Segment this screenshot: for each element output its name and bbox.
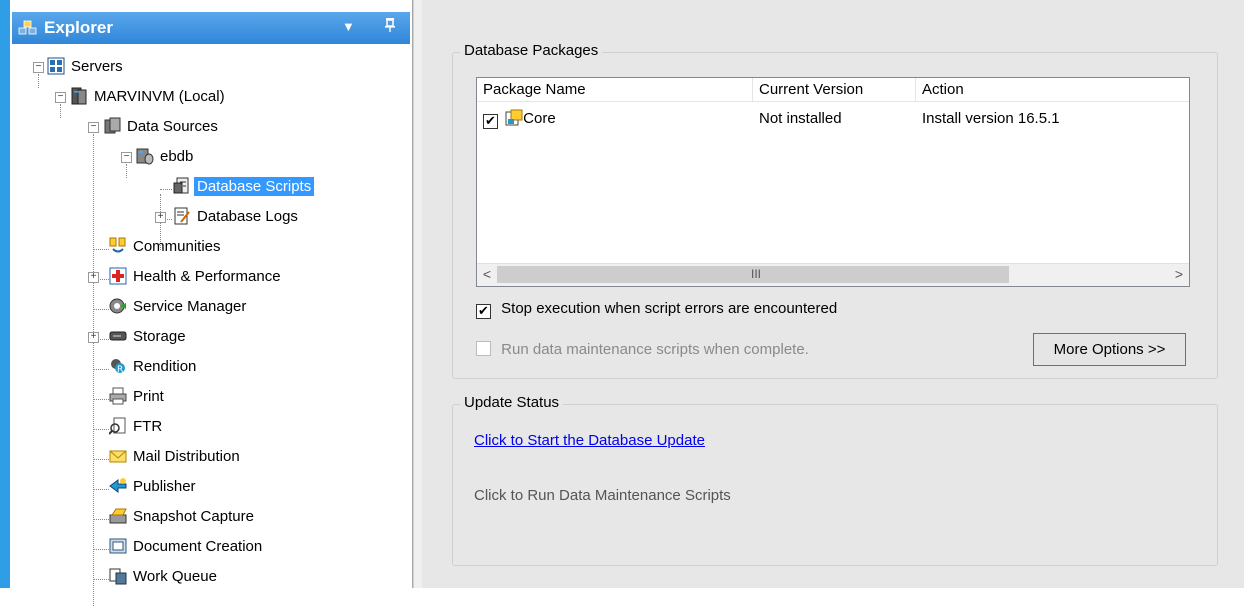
tree-item-snapshot-capture[interactable]: Snapshot Capture <box>109 502 257 532</box>
explorer-panel: Explorer ▼ − − − − + + + Servers MARVINV… <box>10 0 413 606</box>
explorer-title: Explorer <box>44 18 113 37</box>
snapshot-icon <box>109 506 127 524</box>
publisher-icon <box>109 476 127 494</box>
service-manager-icon <box>109 296 127 314</box>
tree-item-server[interactable]: MARVINVM (Local) <box>70 82 228 112</box>
stop-on-error-checkbox[interactable]: ✔ <box>476 304 491 319</box>
scroll-right-icon[interactable]: > <box>1169 264 1189 285</box>
tree-item-service-manager[interactable]: Service Manager <box>109 292 249 322</box>
package-checkbox[interactable]: ✔ <box>483 114 498 129</box>
database-packages-title: Database Packages <box>460 42 603 59</box>
run-maintenance-option: Run data maintenance scripts when comple… <box>476 341 809 358</box>
expand-storage-toggle[interactable]: + <box>88 332 99 343</box>
package-name: Core <box>523 110 556 127</box>
rendition-icon: R <box>109 356 127 375</box>
tree-label: Storage <box>133 328 186 345</box>
package-action: Install version 16.5.1 <box>922 110 1060 127</box>
run-maintenance-label: Run data maintenance scripts when comple… <box>501 341 809 358</box>
database-server-icon <box>136 146 154 165</box>
tree-label: Publisher <box>133 478 196 495</box>
tree-item-print[interactable]: Print <box>109 382 167 412</box>
tree-label: Work Queue <box>133 568 217 585</box>
pin-icon[interactable] <box>384 17 396 36</box>
scrollbar-grip: III <box>751 267 762 281</box>
tree-label: Service Manager <box>133 298 247 315</box>
table-row[interactable]: ✔ Core <box>477 108 753 130</box>
package-icon <box>505 109 523 127</box>
explorer-header: Explorer ▼ <box>12 12 410 44</box>
mail-icon <box>109 446 127 464</box>
tree-item-rendition[interactable]: R Rendition <box>109 352 199 382</box>
run-maintenance-scripts-link: Click to Run Data Maintenance Scripts <box>474 487 731 504</box>
collapse-server-toggle[interactable]: − <box>55 92 66 103</box>
update-status-title: Update Status <box>460 394 564 411</box>
communities-icon <box>109 236 127 254</box>
tree-item-ebdb[interactable]: ebdb <box>136 142 196 172</box>
update-status-group <box>452 404 1218 566</box>
search-document-icon <box>108 416 127 435</box>
server-icon <box>70 86 88 105</box>
tree-item-document-creation[interactable]: Document Creation <box>109 532 265 562</box>
health-performance-icon <box>109 266 127 285</box>
chevron-down-icon[interactable]: ▼ <box>342 19 355 34</box>
document-creation-icon <box>109 536 127 554</box>
package-current-version: Not installed <box>759 110 842 127</box>
start-database-update-link[interactable]: Click to Start the Database Update <box>474 432 705 449</box>
tree-item-storage[interactable]: Storage <box>109 322 189 352</box>
tree-label: Communities <box>133 238 221 255</box>
stop-on-error-option[interactable]: ✔ Stop execution when script errors are … <box>476 300 837 319</box>
printer-icon <box>109 386 127 405</box>
more-options-button[interactable]: More Options >> <box>1033 333 1186 366</box>
expand-database-logs-toggle[interactable]: + <box>155 212 166 223</box>
servers-icon <box>47 56 65 75</box>
collapse-data-sources-toggle[interactable]: − <box>88 122 99 133</box>
tree-item-communities[interactable]: Communities <box>109 232 224 262</box>
tree-label: ebdb <box>160 148 194 165</box>
column-header-action[interactable]: Action <box>916 78 1189 102</box>
expand-health-toggle[interactable]: + <box>88 272 99 283</box>
tree-label: FTR <box>133 418 163 435</box>
database-scripts-icon <box>173 176 191 194</box>
tree-label: Data Sources <box>127 118 218 135</box>
scroll-left-icon[interactable]: < <box>477 264 497 285</box>
tree-label: Servers <box>71 58 123 75</box>
packages-table: Package Name Current Version Action ✔ Co… <box>476 77 1190 287</box>
collapse-servers-toggle[interactable]: − <box>33 62 44 73</box>
horizontal-scrollbar[interactable]: < III > <box>477 263 1189 286</box>
tree-label-selected: Database Scripts <box>194 177 315 196</box>
tree-label: Rendition <box>133 358 197 375</box>
stop-on-error-label: Stop execution when script errors are en… <box>501 300 838 317</box>
svg-text:R: R <box>117 365 123 375</box>
tree-label: Database Logs <box>197 208 298 225</box>
tree-item-publisher[interactable]: Publisher <box>109 472 199 502</box>
tree-label: Health & Performance <box>133 268 281 285</box>
tree-label: MARVINVM (Local) <box>94 88 225 105</box>
tree-item-data-sources[interactable]: Data Sources <box>103 112 221 142</box>
database-logs-icon <box>173 206 191 225</box>
tree-item-ftr[interactable]: FTR <box>108 412 165 442</box>
storage-icon <box>109 326 127 344</box>
column-header-package-name[interactable]: Package Name <box>477 78 753 102</box>
explorer-tree: − − − − + + + Servers MARVINVM (Local) D… <box>10 44 412 606</box>
work-queue-icon <box>109 566 127 585</box>
collapse-ebdb-toggle[interactable]: − <box>121 152 132 163</box>
scrollbar-thumb[interactable]: III <box>497 266 1009 283</box>
tree-label: Mail Distribution <box>133 448 240 465</box>
tree-item-database-logs[interactable]: Database Logs <box>173 202 301 232</box>
column-header-current-version[interactable]: Current Version <box>753 78 916 102</box>
left-edge-strip <box>0 0 10 588</box>
database-icon <box>103 116 121 134</box>
tree-label: Document Creation <box>133 538 263 555</box>
tree-item-database-scripts[interactable]: Database Scripts <box>173 172 315 202</box>
main-panel: Database Packages Package Name Current V… <box>422 0 1244 588</box>
tree-item-mail-distribution[interactable]: Mail Distribution <box>109 442 243 472</box>
tree-label: Print <box>133 388 164 405</box>
run-maintenance-checkbox <box>476 341 491 356</box>
tree-item-health-performance[interactable]: Health & Performance <box>109 262 284 292</box>
tree-label: Snapshot Capture <box>133 508 254 525</box>
explorer-icon <box>18 20 37 35</box>
tree-item-servers[interactable]: Servers <box>47 52 126 82</box>
